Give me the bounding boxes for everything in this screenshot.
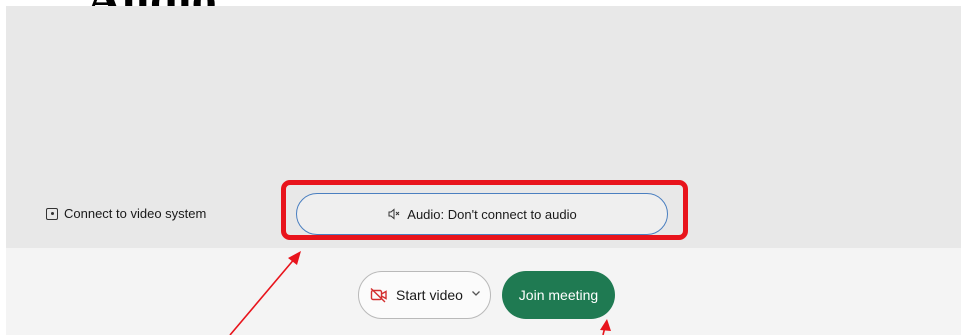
annotation-arrow-join: [600, 319, 611, 335]
annotation-arrows: [229, 251, 611, 335]
annotation-arrow-audio: [229, 251, 301, 335]
